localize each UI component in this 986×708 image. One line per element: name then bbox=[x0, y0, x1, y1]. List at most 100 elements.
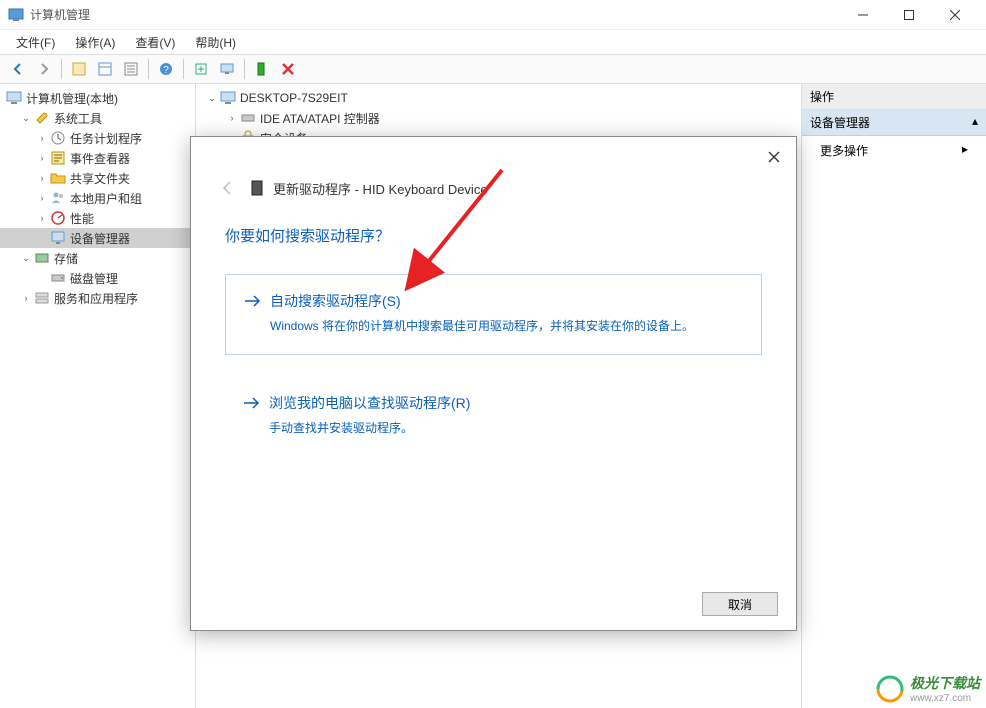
device-label: IDE ATA/ATAPI 控制器 bbox=[260, 110, 380, 127]
event-icon bbox=[50, 150, 66, 166]
tree-local-users[interactable]: › 本地用户和组 bbox=[0, 188, 195, 208]
tree-label: 性能 bbox=[70, 210, 94, 227]
tree-label: 存储 bbox=[54, 250, 78, 267]
monitor-button[interactable] bbox=[215, 57, 239, 81]
back-button[interactable] bbox=[6, 57, 30, 81]
tree-disk-mgmt[interactable]: › 磁盘管理 bbox=[0, 268, 195, 288]
dialog-title: 更新驱动程序 - HID Keyboard Device bbox=[273, 179, 488, 198]
titlebar: 计算机管理 bbox=[0, 0, 986, 30]
tree-root[interactable]: 计算机管理(本地) bbox=[0, 88, 195, 108]
actions-more-label: 更多操作 bbox=[820, 142, 868, 159]
dialog-close-button[interactable] bbox=[762, 145, 786, 169]
actions-sub-label: 设备管理器 bbox=[810, 114, 870, 131]
dialog-footer: 取消 bbox=[702, 592, 778, 616]
left-tree: 计算机管理(本地) ⌄ 系统工具 › 任务计划程序 › 事件查看器 › 共享文件… bbox=[0, 84, 196, 708]
folder-shared-icon bbox=[50, 170, 66, 186]
tree-event-viewer[interactable]: › 事件查看器 bbox=[0, 148, 195, 168]
tree-label: 共享文件夹 bbox=[70, 170, 130, 187]
option-browse[interactable]: 浏览我的电脑以查找驱动程序(R) 手动查找并安装驱动程序。 bbox=[225, 377, 762, 452]
tb-button-5[interactable] bbox=[189, 57, 213, 81]
tb-button-7[interactable] bbox=[250, 57, 274, 81]
tree-system-tools[interactable]: ⌄ 系统工具 bbox=[0, 108, 195, 128]
tree-toggle[interactable]: ⌄ bbox=[206, 92, 218, 104]
dialog-back-button[interactable] bbox=[217, 177, 239, 199]
tree-label: 磁盘管理 bbox=[70, 270, 118, 287]
option-desc: Windows 将在你的计算机中搜索最佳可用驱动程序，并将其安装在你的设备上。 bbox=[270, 317, 743, 334]
toolbar: ? bbox=[0, 54, 986, 84]
tree-label: 服务和应用程序 bbox=[54, 290, 138, 307]
arrow-right-icon bbox=[243, 396, 261, 410]
tree-task-scheduler[interactable]: › 任务计划程序 bbox=[0, 128, 195, 148]
tree-performance[interactable]: › 性能 bbox=[0, 208, 195, 228]
window-controls bbox=[840, 0, 978, 30]
chevron-right-icon: ▸ bbox=[962, 142, 968, 159]
actions-panel: 操作 设备管理器 ▴ 更多操作 ▸ bbox=[802, 84, 986, 708]
tree-device-manager[interactable]: › 设备管理器 bbox=[0, 228, 195, 248]
tree-toggle[interactable]: › bbox=[20, 292, 32, 304]
disk-icon bbox=[50, 270, 66, 286]
option-desc: 手动查找并安装驱动程序。 bbox=[269, 419, 744, 436]
toolbar-separator bbox=[61, 59, 62, 79]
tree-toggle[interactable]: › bbox=[226, 112, 238, 124]
svg-text:?: ? bbox=[163, 65, 169, 76]
option-title-text: 浏览我的电脑以查找驱动程序(R) bbox=[269, 393, 470, 413]
tree-toggle[interactable]: › bbox=[36, 132, 48, 144]
computer-icon bbox=[220, 90, 236, 106]
tree-label: 系统工具 bbox=[54, 110, 102, 127]
storage-icon bbox=[34, 250, 50, 266]
tree-shared-folders[interactable]: › 共享文件夹 bbox=[0, 168, 195, 188]
services-icon bbox=[34, 290, 50, 306]
users-icon bbox=[50, 190, 66, 206]
tree-toggle[interactable]: › bbox=[36, 152, 48, 164]
actions-device-manager[interactable]: 设备管理器 ▴ bbox=[802, 110, 986, 136]
wrench-icon bbox=[34, 110, 50, 126]
dialog-question: 你要如何搜索驱动程序？ bbox=[225, 225, 762, 246]
watermark-text: 极光下载站 bbox=[910, 675, 980, 691]
menu-file[interactable]: 文件(F) bbox=[6, 32, 65, 53]
device-icon bbox=[249, 180, 265, 196]
toolbar-separator bbox=[183, 59, 184, 79]
device-manager-icon bbox=[50, 230, 66, 246]
forward-button[interactable] bbox=[32, 57, 56, 81]
cancel-button[interactable]: 取消 bbox=[702, 592, 778, 616]
menu-help[interactable]: 帮助(H) bbox=[185, 32, 246, 53]
watermark-icon bbox=[876, 675, 904, 703]
tree-toggle[interactable]: ⌄ bbox=[20, 252, 32, 264]
minimize-button[interactable] bbox=[840, 0, 886, 30]
device-label: DESKTOP-7S29EIT bbox=[240, 91, 348, 105]
tree-services-apps[interactable]: › 服务和应用程序 bbox=[0, 288, 195, 308]
delete-button[interactable] bbox=[276, 57, 300, 81]
tree-label: 本地用户和组 bbox=[70, 190, 142, 207]
option-title: 自动搜索驱动程序(S) bbox=[244, 291, 743, 311]
option-title-text: 自动搜索驱动程序(S) bbox=[270, 291, 401, 311]
help-button[interactable]: ? bbox=[154, 57, 178, 81]
app-icon bbox=[8, 7, 24, 23]
ide-icon bbox=[240, 110, 256, 126]
tree-storage[interactable]: ⌄ 存储 bbox=[0, 248, 195, 268]
collapse-icon: ▴ bbox=[972, 114, 978, 131]
option-auto-search[interactable]: 自动搜索驱动程序(S) Windows 将在你的计算机中搜索最佳可用驱动程序，并… bbox=[225, 274, 762, 355]
tree-label: 事件查看器 bbox=[70, 150, 130, 167]
actions-more[interactable]: 更多操作 ▸ bbox=[802, 136, 986, 165]
performance-icon bbox=[50, 210, 66, 226]
tree-toggle[interactable]: › bbox=[36, 212, 48, 224]
actions-header: 操作 bbox=[802, 84, 986, 110]
tree-toggle[interactable]: › bbox=[36, 192, 48, 204]
search-button[interactable] bbox=[67, 57, 91, 81]
close-button[interactable] bbox=[932, 0, 978, 30]
device-computer[interactable]: ⌄ DESKTOP-7S29EIT bbox=[196, 88, 801, 108]
option-title: 浏览我的电脑以查找驱动程序(R) bbox=[243, 393, 744, 413]
menu-action[interactable]: 操作(A) bbox=[65, 32, 125, 53]
maximize-button[interactable] bbox=[886, 0, 932, 30]
tree-label: 计算机管理(本地) bbox=[26, 90, 118, 107]
tb-button-2[interactable] bbox=[93, 57, 117, 81]
menu-view[interactable]: 查看(V) bbox=[125, 32, 185, 53]
window-title: 计算机管理 bbox=[30, 6, 840, 23]
dialog-body: 你要如何搜索驱动程序？ 自动搜索驱动程序(S) Windows 将在你的计算机中… bbox=[191, 209, 796, 468]
tb-button-3[interactable] bbox=[119, 57, 143, 81]
device-ide[interactable]: › IDE ATA/ATAPI 控制器 bbox=[196, 108, 801, 128]
tree-toggle[interactable]: › bbox=[36, 172, 48, 184]
tree-label: 任务计划程序 bbox=[70, 130, 142, 147]
dialog-header: 更新驱动程序 - HID Keyboard Device bbox=[191, 137, 796, 209]
tree-toggle[interactable]: ⌄ bbox=[20, 112, 32, 124]
